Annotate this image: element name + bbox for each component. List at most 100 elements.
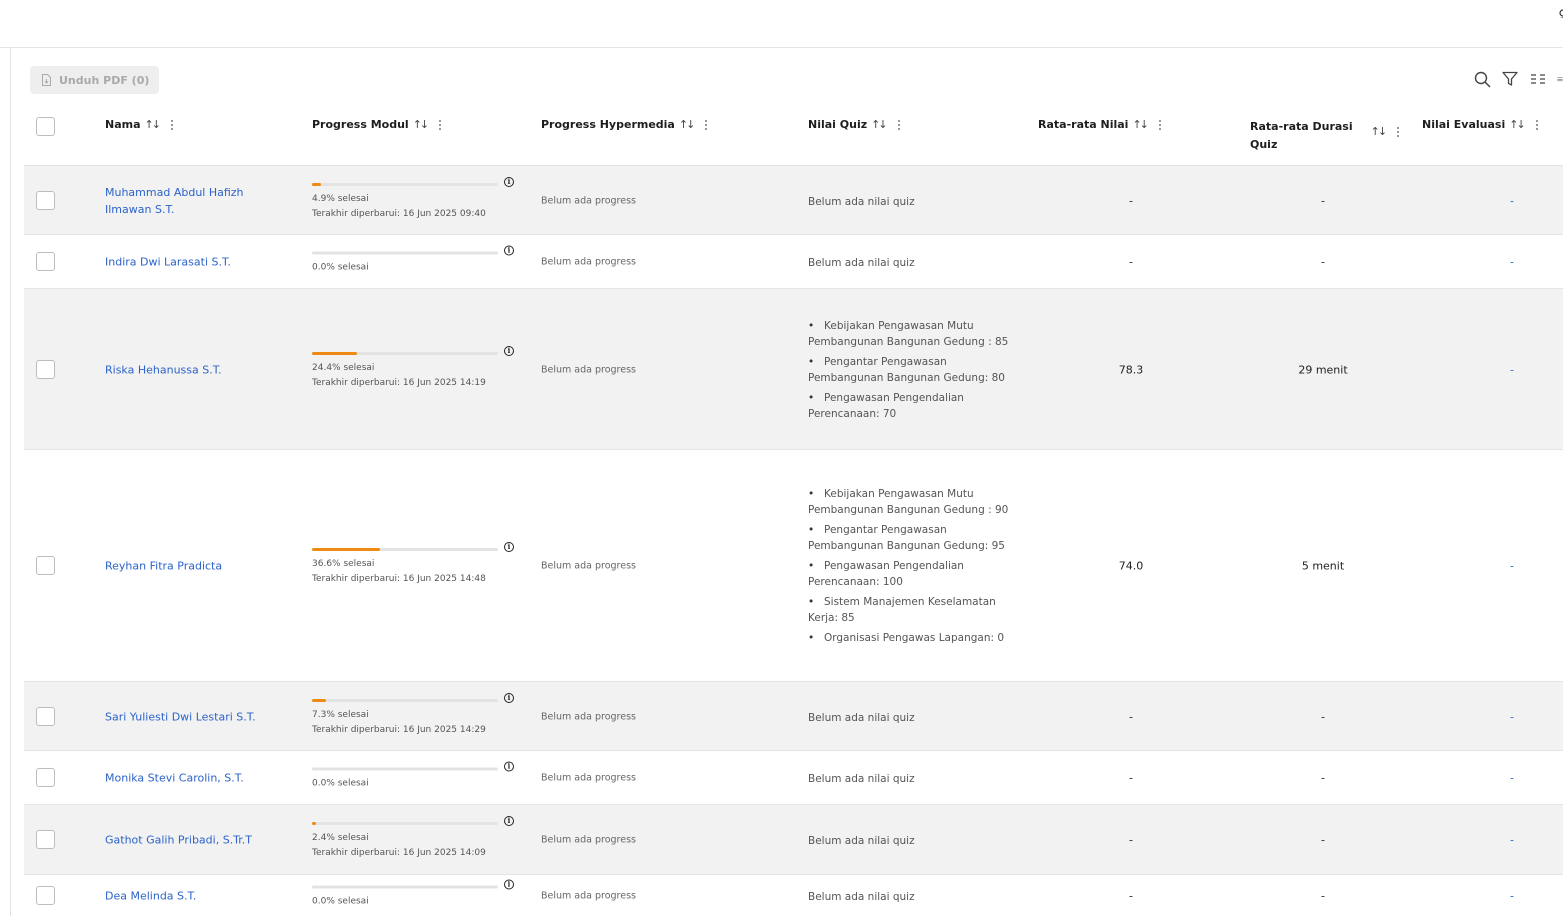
participant-name-link[interactable]: Indira Dwi Larasati S.T. bbox=[105, 254, 270, 271]
quiz-score-item: Sistem Manajemen Keselamatan Kerja: 85 bbox=[808, 594, 1013, 626]
progress-percent-text: 0.0% selesai bbox=[312, 262, 369, 273]
participant-name-link[interactable]: Muhammad Abdul Hafizh Ilmawan S.T. bbox=[105, 184, 270, 218]
table-row[interactable]: Reyhan Fitra Pradicta i 36.6% selesai Terak… bbox=[24, 450, 1563, 682]
row-checkbox[interactable] bbox=[36, 707, 55, 726]
column-menu-icon[interactable] bbox=[1535, 119, 1538, 130]
quiz-empty-text: Belum ada nilai quiz bbox=[808, 257, 915, 269]
progress-modul-cell: i 36.6% selesai Terakhir diperbarui: 16 Ju… bbox=[312, 542, 517, 584]
column-menu-icon[interactable] bbox=[897, 119, 900, 130]
table-row[interactable]: Sari Yuliesti Dwi Lestari S.T. i 7.3% sele… bbox=[24, 682, 1563, 751]
column-menu-icon[interactable] bbox=[439, 119, 442, 130]
sort-icon[interactable]: ↑↓ bbox=[1132, 118, 1149, 131]
sort-icon[interactable]: ↑↓ bbox=[679, 118, 696, 131]
top-bar bbox=[0, 0, 1563, 48]
progress-bar: i bbox=[312, 245, 514, 256]
sort-icon[interactable]: ↑↓ bbox=[871, 118, 888, 131]
filter-icon[interactable] bbox=[1501, 70, 1519, 88]
participant-name-link[interactable]: Riska Hehanussa S.T. bbox=[105, 362, 270, 379]
column-menu-icon[interactable] bbox=[1158, 119, 1161, 130]
progress-percent-text: 24.4% selesai bbox=[312, 363, 375, 373]
column-header-nilai-evaluasi[interactable]: Nilai Evaluasi ↑↓ bbox=[1422, 118, 1538, 131]
participant-name-link[interactable]: Gathot Galih Pribadi, S.Tr.T bbox=[105, 832, 270, 849]
column-header-rata-rata-nilai[interactable]: Rata-rata Nilai ↑↓ bbox=[1038, 118, 1161, 131]
quiz-score-list: Kebijakan Pengawasan Mutu Pembangunan Ba… bbox=[808, 318, 1013, 422]
sort-icon[interactable]: ↑↓ bbox=[1509, 118, 1526, 131]
download-pdf-button[interactable]: Unduh PDF (0) bbox=[30, 66, 159, 94]
progress-percent-text: 0.0% selesai bbox=[312, 896, 369, 907]
table-row[interactable]: Riska Hehanussa S.T. i 24.4% selesai Terakh… bbox=[24, 289, 1563, 450]
row-checkbox[interactable] bbox=[36, 360, 55, 379]
participant-name-link[interactable]: Monika Stevi Carolin, S.T. bbox=[105, 770, 270, 787]
evaluation-score-link[interactable]: - bbox=[1502, 256, 1522, 269]
quiz-score-item: Pengantar Pengawasan Pembangunan Banguna… bbox=[808, 354, 1013, 386]
user-icon[interactable] bbox=[1555, 6, 1563, 18]
quiz-score-list: Kebijakan Pengawasan Mutu Pembangunan Ba… bbox=[808, 486, 1013, 646]
evaluation-score-link[interactable]: - bbox=[1502, 560, 1522, 573]
evaluation-score-link[interactable]: - bbox=[1502, 772, 1522, 785]
sort-icon[interactable]: ↑↓ bbox=[145, 118, 162, 131]
participant-name-link[interactable]: Sari Yuliesti Dwi Lestari S.T. bbox=[105, 709, 270, 726]
evaluation-score-link[interactable]: - bbox=[1502, 890, 1522, 903]
info-icon[interactable]: i bbox=[504, 879, 514, 890]
progress-percent-text: 4.9% selesai bbox=[312, 194, 369, 204]
evaluation-score-link[interactable]: - bbox=[1502, 834, 1522, 847]
info-icon[interactable]: i bbox=[504, 816, 514, 826]
average-quiz-duration: - bbox=[1321, 889, 1325, 903]
sort-icon[interactable]: ↑↓ bbox=[413, 118, 430, 131]
evaluation-score-link[interactable]: - bbox=[1502, 711, 1522, 724]
average-score: - bbox=[1129, 771, 1133, 785]
info-icon[interactable]: i bbox=[504, 346, 514, 356]
average-score: - bbox=[1129, 889, 1133, 903]
info-icon[interactable]: i bbox=[504, 761, 514, 772]
progress-modul-cell: i 2.4% selesai Terakhir diperbarui: 16 Jun… bbox=[312, 816, 517, 858]
nilai-quiz-cell: Belum ada nilai quiz bbox=[808, 710, 1013, 726]
progress-hypermedia-text: Belum ada progress bbox=[541, 711, 636, 723]
column-header-nama[interactable]: Nama ↑↓ bbox=[105, 118, 173, 131]
columns-icon[interactable] bbox=[1529, 70, 1547, 88]
column-menu-icon[interactable] bbox=[705, 119, 708, 130]
sort-icon[interactable]: ↑↓ bbox=[1371, 125, 1388, 138]
row-checkbox[interactable] bbox=[36, 556, 55, 575]
table-row[interactable]: Muhammad Abdul Hafizh Ilmawan S.T. i 4.9% … bbox=[24, 166, 1563, 235]
quiz-empty-text: Belum ada nilai quiz bbox=[808, 835, 915, 847]
nilai-quiz-cell: Belum ada nilai quiz bbox=[808, 771, 1013, 787]
row-checkbox[interactable] bbox=[36, 830, 55, 849]
quiz-score-item: Pengawasan Pengendalian Perencanaan: 70 bbox=[808, 390, 1013, 422]
row-checkbox[interactable] bbox=[36, 252, 55, 271]
average-score: - bbox=[1129, 194, 1133, 208]
progress-modul-cell: i 0.0% selesai bbox=[312, 761, 517, 789]
column-menu-icon[interactable] bbox=[1397, 127, 1400, 137]
column-header-progress-hypermedia[interactable]: Progress Hypermedia ↑↓ bbox=[541, 118, 708, 131]
participant-name-link[interactable]: Dea Melinda S.T. bbox=[105, 888, 270, 905]
progress-hypermedia-text: Belum ada progress bbox=[541, 890, 636, 902]
info-icon[interactable]: i bbox=[504, 693, 514, 703]
table-row[interactable]: Monika Stevi Carolin, S.T. i 0.0% selesai B… bbox=[24, 751, 1563, 805]
row-checkbox[interactable] bbox=[36, 768, 55, 787]
average-score: - bbox=[1129, 710, 1133, 724]
menu-icon[interactable] bbox=[1557, 70, 1563, 88]
column-header-progress-modul[interactable]: Progress Modul ↑↓ bbox=[312, 118, 442, 131]
info-icon[interactable]: i bbox=[504, 542, 514, 552]
progress-modul-cell: i 24.4% selesai Terakhir diperbarui: 16 Ju… bbox=[312, 346, 517, 388]
search-icon[interactable] bbox=[1473, 70, 1491, 88]
row-checkbox[interactable] bbox=[36, 886, 55, 905]
column-header-nilai-quiz[interactable]: Nilai Quiz ↑↓ bbox=[808, 118, 900, 131]
row-checkbox[interactable] bbox=[36, 191, 55, 210]
evaluation-score-link[interactable]: - bbox=[1502, 364, 1522, 377]
participant-name-link[interactable]: Reyhan Fitra Pradicta bbox=[105, 558, 270, 575]
table-row[interactable]: Gathot Galih Pribadi, S.Tr.T i 2.4% selesa… bbox=[24, 805, 1563, 875]
average-score: 74.0 bbox=[1118, 559, 1144, 573]
last-updated-text: Terakhir diperbarui: 16 Jun 2025 14:09 bbox=[312, 848, 486, 858]
table-row[interactable]: Dea Melinda S.T. i 0.0% selesai Belum ada p… bbox=[24, 875, 1563, 916]
participant-table: Nama ↑↓ Progress Modul ↑↓ Progress Hyperme… bbox=[24, 96, 1563, 916]
evaluation-score-link[interactable]: - bbox=[1502, 195, 1522, 208]
progress-bar-fill bbox=[312, 822, 317, 825]
column-header-rata-rata-durasi[interactable]: Rata-rata Durasi Quiz ↑↓ bbox=[1250, 118, 1400, 154]
column-menu-icon[interactable] bbox=[170, 119, 173, 130]
info-icon[interactable]: i bbox=[504, 177, 514, 187]
info-icon[interactable]: i bbox=[504, 245, 514, 256]
average-score: - bbox=[1129, 833, 1133, 847]
table-row[interactable]: Indira Dwi Larasati S.T. i 0.0% selesai Bel… bbox=[24, 235, 1563, 289]
table-toolbar: Unduh PDF (0) bbox=[30, 66, 1563, 96]
select-all-checkbox[interactable] bbox=[36, 117, 55, 136]
